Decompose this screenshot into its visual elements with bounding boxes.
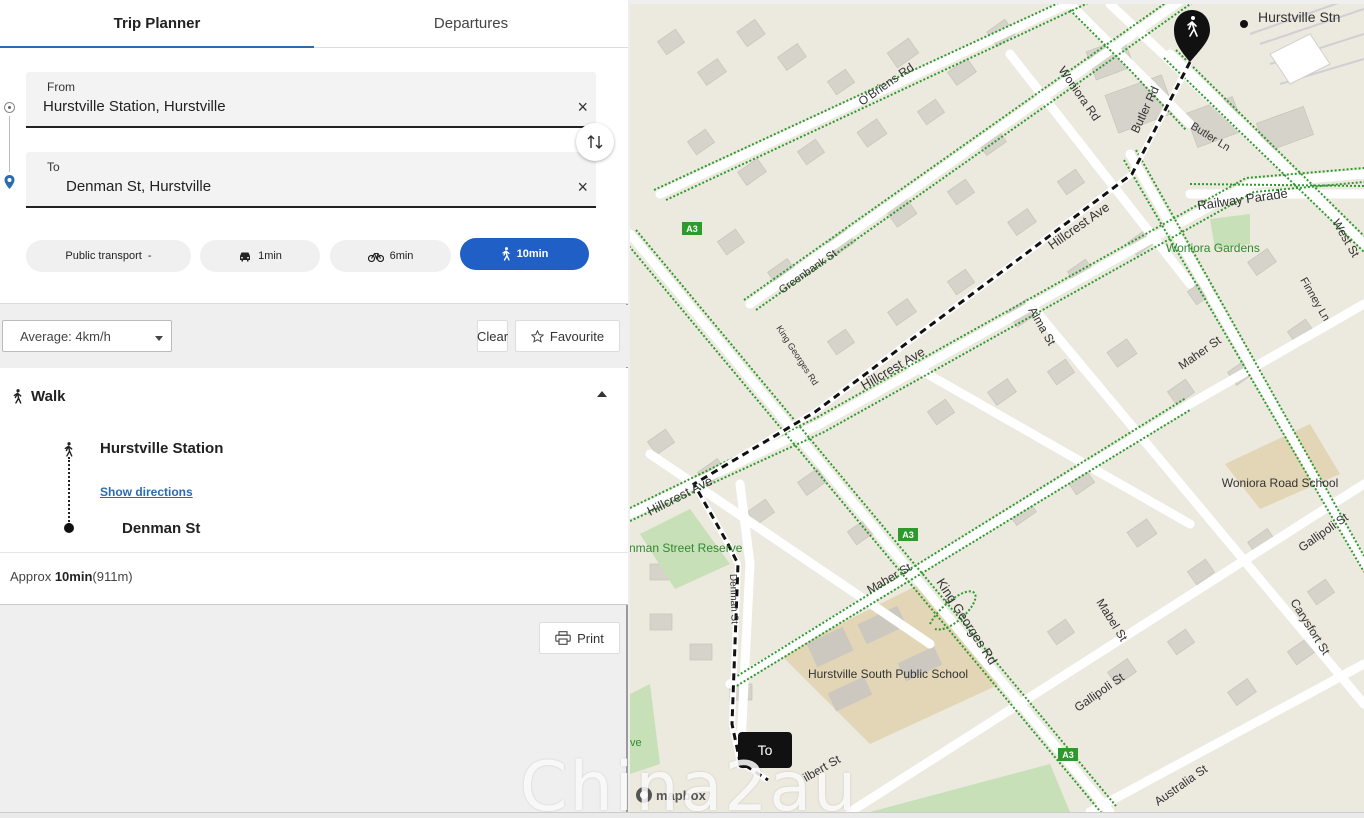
destination-pin-icon [4,175,15,189]
print-button[interactable]: Print [539,622,620,654]
approx-prefix: Approx [10,569,52,584]
walk-leg-title: Walk [31,388,66,405]
svg-text:Woniora Road School: Woniora Road School [1222,476,1339,490]
svg-text:Denman St: Denman St [727,574,740,625]
chevron-up-icon[interactable] [597,391,607,397]
to-label: To [47,160,60,174]
from-label: From [47,80,75,94]
from-field[interactable]: From Hurstville Station, Hurstville × [26,72,596,128]
mode-bike-label: 6min [389,250,414,262]
svg-text:Maher St: Maher St [1176,333,1224,373]
mode-public-transport-button[interactable]: Public transport - [26,240,191,272]
divider [0,552,628,553]
clear-to-icon[interactable]: × [577,178,588,196]
route-map[interactable]: A3 A3 A3 Hurstville Stn O'Briens Rd Woni… [630,4,1364,812]
start-stop-name: Hurstville Station [100,440,224,457]
show-directions-link[interactable]: Show directions [100,485,193,499]
bicycle-icon [367,252,384,262]
svg-text:Australia St: Australia St [1152,761,1211,808]
hurstville-stn-label: Hurstville Stn [1258,9,1340,25]
tab-bar: Trip Planner Departures [0,0,628,48]
trip-distance: (911m) [92,569,133,584]
clear-button[interactable]: Clear [477,320,508,352]
mode-walk-label: 10min [516,248,549,260]
print-button-label: Print [577,630,604,646]
chevron-down-icon [155,336,163,341]
to-input[interactable]: Denman St, Hurstville [66,178,211,195]
clear-from-icon[interactable]: × [577,98,588,116]
svg-text:Woniora Gardens: Woniora Gardens [1166,241,1260,255]
mode-bike-button[interactable]: 6min [330,240,451,272]
svg-text:Hurstville South Public School: Hurstville South Public School [808,667,968,681]
mode-car-button[interactable]: 1min [200,240,320,272]
favourite-button-label: Favourite [549,328,605,344]
mode-public-transport-label: Public transport - [65,250,152,262]
mode-walk-button[interactable]: 10min [460,238,589,270]
swap-arrows-icon [587,135,603,149]
mode-car-label: 1min [258,250,282,262]
map-canvas: A3 A3 A3 Hurstville Stn O'Briens Rd Woni… [630,4,1364,812]
end-stop-name: Denman St [122,520,201,537]
clear-button-label: Clear [476,328,509,344]
station-platform [1269,33,1331,85]
svg-text:A3: A3 [902,530,914,540]
walk-icon [501,247,510,261]
trip-options: Average: 4km/h Clear Favourite [0,305,628,367]
favourite-button[interactable]: Favourite [515,320,620,352]
swap-button[interactable] [576,123,614,161]
bottom-park [870,764,1070,812]
svg-text:A3: A3 [686,224,698,234]
svg-text:Finney Ln: Finney Ln [1297,276,1332,324]
svg-text:King Georges Rd: King Georges Rd [774,324,820,387]
to-field[interactable]: To Denman St, Hurstville × [26,152,596,208]
station-dot-icon [1240,20,1248,28]
trip-form: From Hurstville Station, Hurstville × To… [0,48,628,304]
svg-text:Hillcrest Ave: Hillcrest Ave [1045,199,1112,252]
svg-text:Gallipoli St: Gallipoli St [1072,670,1128,715]
start-walk-icon [64,442,73,457]
walk-leg-icon [13,389,22,404]
walk-speed-select[interactable]: Average: 4km/h [2,320,172,352]
app: Trip Planner Departures From Hurstville … [0,0,1364,818]
printer-icon [555,631,571,645]
car-icon [240,252,251,261]
tab-departures[interactable]: Departures [314,0,628,47]
svg-text:A3: A3 [1062,750,1074,760]
origin-destination-connector [9,116,10,172]
svg-text:O'Briens Rd: O'Briens Rd [856,60,917,108]
walk-speed-value: Average: 4km/h [20,328,111,344]
tab-trip-planner[interactable]: Trip Planner [0,0,314,48]
trip-duration: 10min [54,569,93,584]
walk-leg-header[interactable]: Walk [12,388,65,405]
trip-panel: Trip Planner Departures From Hurstville … [0,0,628,812]
svg-text:Mabel St: Mabel St [1093,596,1130,644]
mode-selector: Public transport - 1min 6min 10min [0,238,628,272]
end-dot-icon [64,523,74,533]
from-input[interactable]: Hurstville Station, Hurstville [43,98,226,115]
route-dotted-line [68,457,70,525]
trip-result: Walk Hurstville Station Show directions … [0,368,628,605]
trip-summary: Approx 10min(911m) [10,569,133,584]
svg-text:Denman Street Reserve: Denman Street Reserve [630,541,743,555]
origin-marker-icon [4,102,15,113]
watermark-text: China2au [520,748,859,818]
star-icon [530,329,544,343]
